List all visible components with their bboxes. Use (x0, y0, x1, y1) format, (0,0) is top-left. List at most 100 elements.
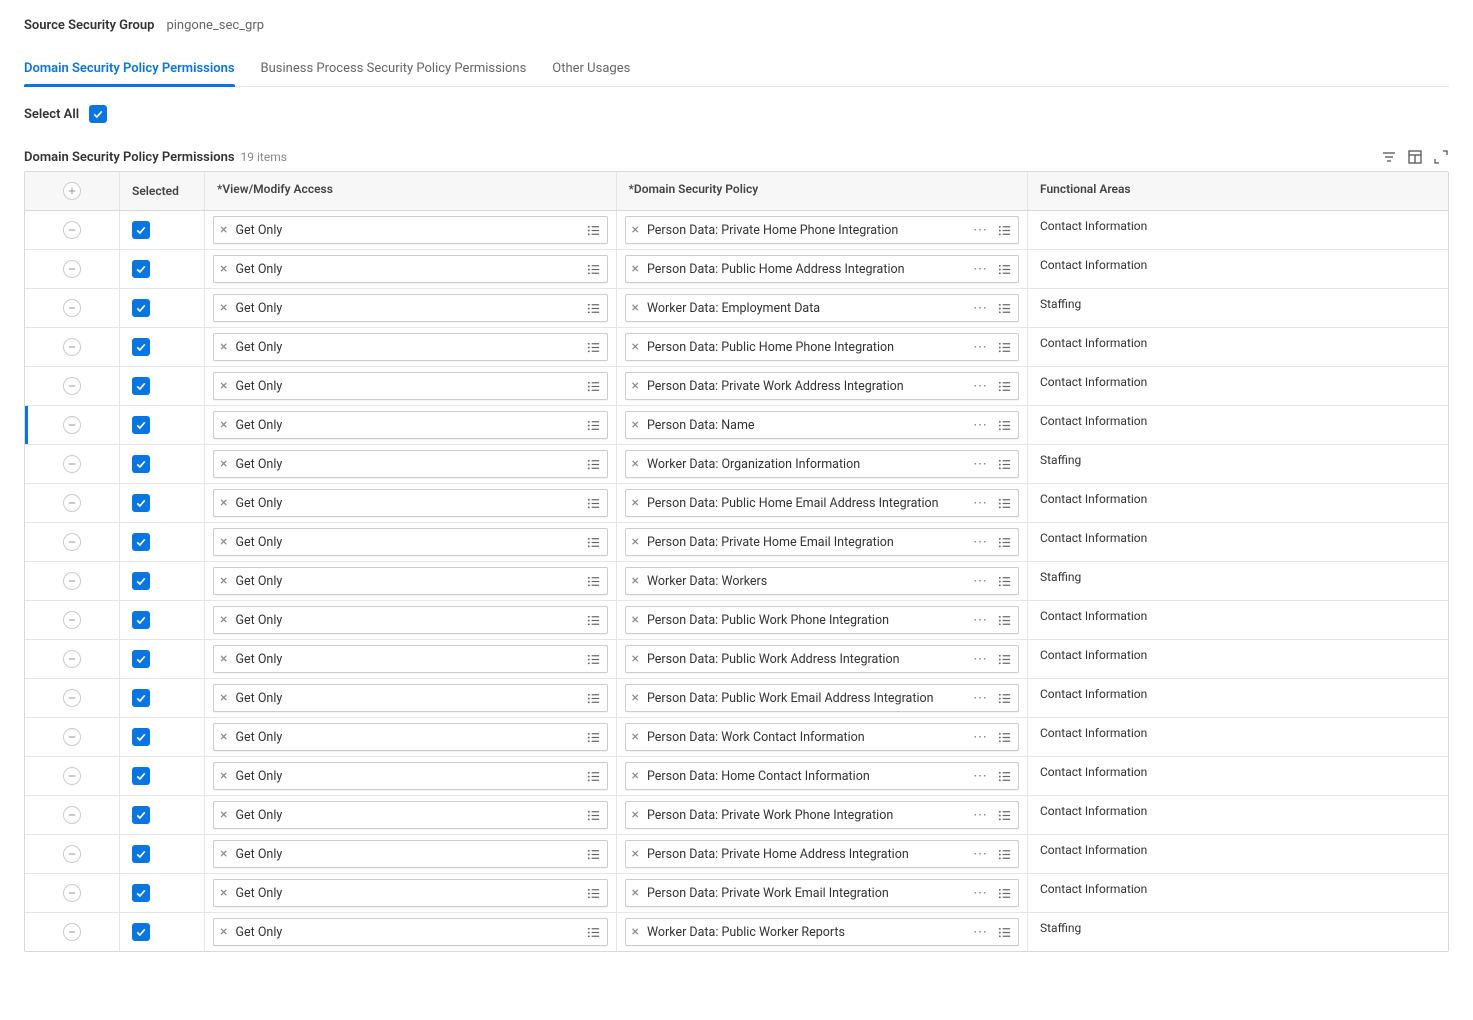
clear-icon[interactable]: × (220, 808, 227, 822)
clear-icon[interactable]: × (632, 574, 639, 588)
more-icon[interactable]: ⋯ (971, 886, 989, 900)
remove-row-button[interactable] (63, 377, 81, 395)
clear-icon[interactable]: × (632, 925, 639, 939)
more-icon[interactable]: ⋯ (971, 652, 989, 666)
more-icon[interactable]: ⋯ (971, 379, 989, 393)
row-selected-checkbox[interactable] (132, 338, 150, 356)
more-icon[interactable]: ⋯ (971, 847, 989, 861)
access-input[interactable]: ×Get Only (213, 294, 608, 322)
more-icon[interactable]: ⋯ (971, 457, 989, 471)
row-selected-checkbox[interactable] (132, 806, 150, 824)
list-icon[interactable] (997, 340, 1012, 355)
access-input[interactable]: ×Get Only (213, 606, 608, 634)
clear-icon[interactable]: × (220, 730, 227, 744)
list-icon[interactable] (586, 496, 601, 511)
clear-icon[interactable]: × (632, 418, 639, 432)
remove-row-button[interactable] (63, 728, 81, 746)
remove-row-button[interactable] (63, 260, 81, 278)
row-selected-checkbox[interactable] (132, 689, 150, 707)
list-icon[interactable] (586, 223, 601, 238)
more-icon[interactable]: ⋯ (971, 301, 989, 315)
clear-icon[interactable]: × (220, 418, 227, 432)
tab-0[interactable]: Domain Security Policy Permissions (24, 51, 235, 86)
access-input[interactable]: ×Get Only (213, 411, 608, 439)
access-input[interactable]: ×Get Only (213, 918, 608, 946)
list-icon[interactable] (586, 886, 601, 901)
clear-icon[interactable]: × (220, 574, 227, 588)
access-input[interactable]: ×Get Only (213, 840, 608, 868)
access-input[interactable]: ×Get Only (213, 528, 608, 556)
access-input[interactable]: ×Get Only (213, 723, 608, 751)
clear-icon[interactable]: × (632, 652, 639, 666)
list-icon[interactable] (586, 613, 601, 628)
clear-icon[interactable]: × (632, 769, 639, 783)
row-selected-checkbox[interactable] (132, 260, 150, 278)
clear-icon[interactable]: × (220, 925, 227, 939)
remove-row-button[interactable] (63, 299, 81, 317)
row-selected-checkbox[interactable] (132, 494, 150, 512)
policy-input[interactable]: ×Person Data: Public Home Email Address … (625, 489, 1020, 517)
more-icon[interactable]: ⋯ (971, 496, 989, 510)
more-icon[interactable]: ⋯ (971, 691, 989, 705)
list-icon[interactable] (997, 730, 1012, 745)
list-icon[interactable] (586, 691, 601, 706)
access-input[interactable]: ×Get Only (213, 489, 608, 517)
remove-row-button[interactable] (63, 494, 81, 512)
policy-input[interactable]: ×Person Data: Private Work Email Integra… (625, 879, 1020, 907)
policy-input[interactable]: ×Person Data: Public Home Phone Integrat… (625, 333, 1020, 361)
clear-icon[interactable]: × (220, 691, 227, 705)
list-icon[interactable] (997, 574, 1012, 589)
remove-row-button[interactable] (63, 884, 81, 902)
list-icon[interactable] (997, 223, 1012, 238)
policy-input[interactable]: ×Worker Data: Organization Information⋯ (625, 450, 1020, 478)
row-selected-checkbox[interactable] (132, 845, 150, 863)
access-input[interactable]: ×Get Only (213, 333, 608, 361)
list-icon[interactable] (586, 652, 601, 667)
access-input[interactable]: ×Get Only (213, 567, 608, 595)
list-icon[interactable] (997, 301, 1012, 316)
more-icon[interactable]: ⋯ (971, 730, 989, 744)
access-input[interactable]: ×Get Only (213, 879, 608, 907)
list-icon[interactable] (586, 808, 601, 823)
policy-input[interactable]: ×Person Data: Work Contact Information⋯ (625, 723, 1020, 751)
clear-icon[interactable]: × (632, 457, 639, 471)
list-icon[interactable] (997, 652, 1012, 667)
row-selected-checkbox[interactable] (132, 221, 150, 239)
policy-input[interactable]: ×Person Data: Public Work Email Address … (625, 684, 1020, 712)
list-icon[interactable] (586, 535, 601, 550)
clear-icon[interactable]: × (220, 535, 227, 549)
clear-icon[interactable]: × (632, 613, 639, 627)
more-icon[interactable]: ⋯ (971, 535, 989, 549)
row-selected-checkbox[interactable] (132, 416, 150, 434)
more-icon[interactable]: ⋯ (971, 925, 989, 939)
row-selected-checkbox[interactable] (132, 533, 150, 551)
remove-row-button[interactable] (63, 455, 81, 473)
list-icon[interactable] (586, 379, 601, 394)
list-icon[interactable] (997, 379, 1012, 394)
remove-row-button[interactable] (63, 338, 81, 356)
access-input[interactable]: ×Get Only (213, 645, 608, 673)
add-row-button[interactable] (63, 182, 81, 200)
row-selected-checkbox[interactable] (132, 572, 150, 590)
list-icon[interactable] (997, 262, 1012, 277)
clear-icon[interactable]: × (220, 340, 227, 354)
more-icon[interactable]: ⋯ (971, 574, 989, 588)
clear-icon[interactable]: × (632, 535, 639, 549)
access-input[interactable]: ×Get Only (213, 450, 608, 478)
list-icon[interactable] (997, 769, 1012, 784)
access-input[interactable]: ×Get Only (213, 801, 608, 829)
remove-row-button[interactable] (63, 845, 81, 863)
list-icon[interactable] (586, 418, 601, 433)
tab-2[interactable]: Other Usages (552, 51, 630, 86)
list-icon[interactable] (586, 301, 601, 316)
list-icon[interactable] (997, 418, 1012, 433)
select-all-checkbox[interactable] (89, 105, 107, 123)
row-selected-checkbox[interactable] (132, 455, 150, 473)
clear-icon[interactable]: × (632, 847, 639, 861)
remove-row-button[interactable] (63, 767, 81, 785)
list-icon[interactable] (997, 496, 1012, 511)
policy-input[interactable]: ×Person Data: Private Work Address Integ… (625, 372, 1020, 400)
clear-icon[interactable]: × (220, 223, 227, 237)
clear-icon[interactable]: × (220, 379, 227, 393)
remove-row-button[interactable] (63, 689, 81, 707)
